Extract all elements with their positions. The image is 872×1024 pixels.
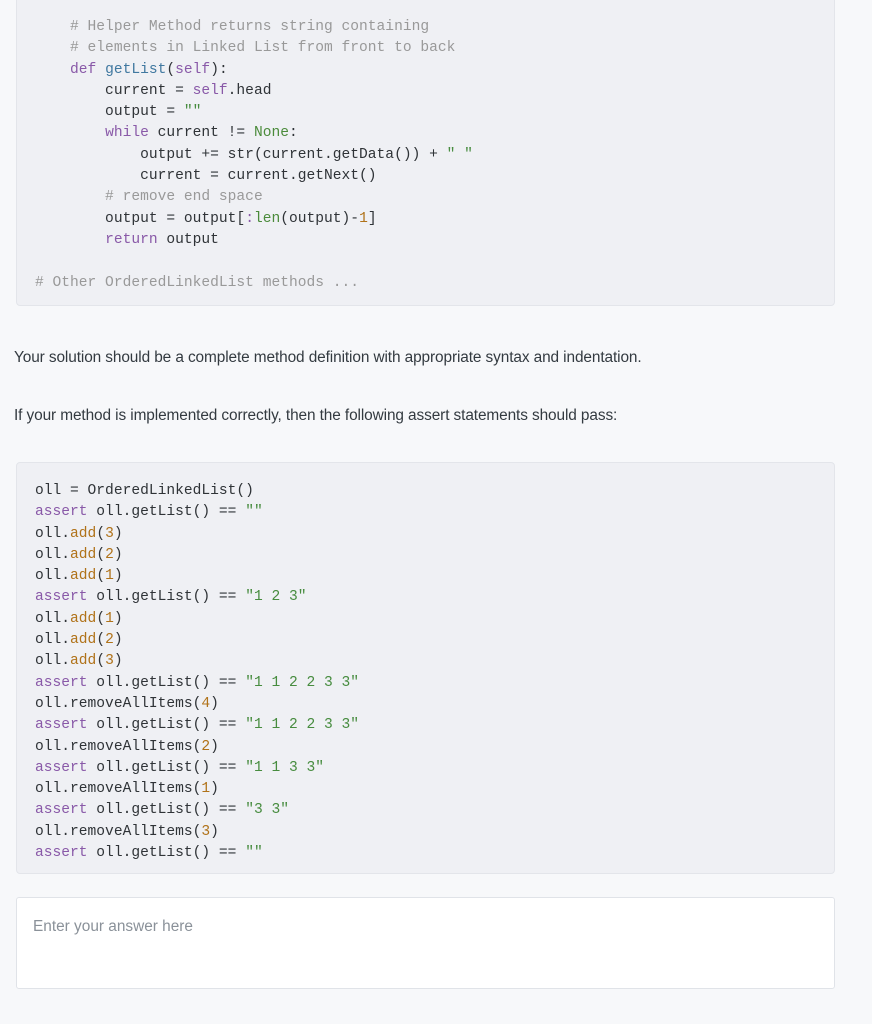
instruction-paragraph-2: If your method is implemented correctly,…	[14, 407, 618, 424]
exercise-page: # Helper Method returns string containin…	[0, 0, 872, 1024]
instruction-paragraph-1: Your solution should be a complete metho…	[14, 349, 642, 366]
answer-input[interactable]	[17, 898, 834, 988]
helper-method-code-text: # Helper Method returns string containin…	[35, 19, 473, 291]
answer-box[interactable]	[16, 897, 835, 989]
helper-method-code-block: # Helper Method returns string containin…	[16, 0, 835, 306]
assert-statements-code-block: oll = OrderedLinkedList() assert oll.get…	[16, 462, 835, 874]
assert-statements-code-text: oll = OrderedLinkedList() assert oll.get…	[35, 483, 360, 862]
